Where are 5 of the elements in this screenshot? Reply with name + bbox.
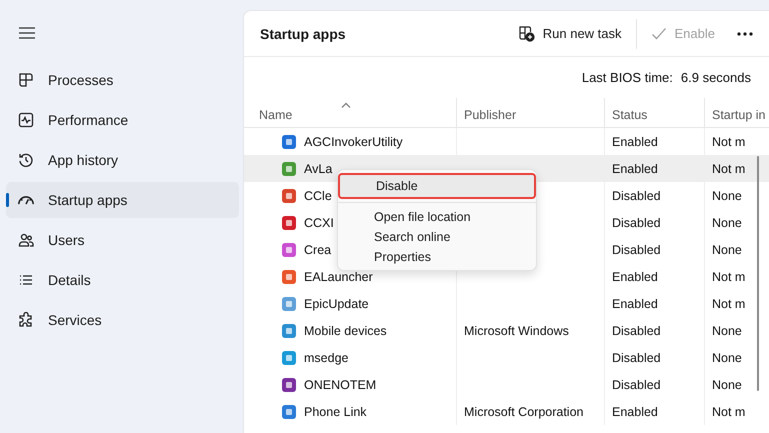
bios-time-label: Last BIOS time: [582,70,673,85]
table-cell: Not m [704,155,769,182]
table-cell: Enabled [604,155,704,182]
page-title: Startup apps [260,26,347,42]
bios-time-value: 6.9 seconds [680,70,751,85]
